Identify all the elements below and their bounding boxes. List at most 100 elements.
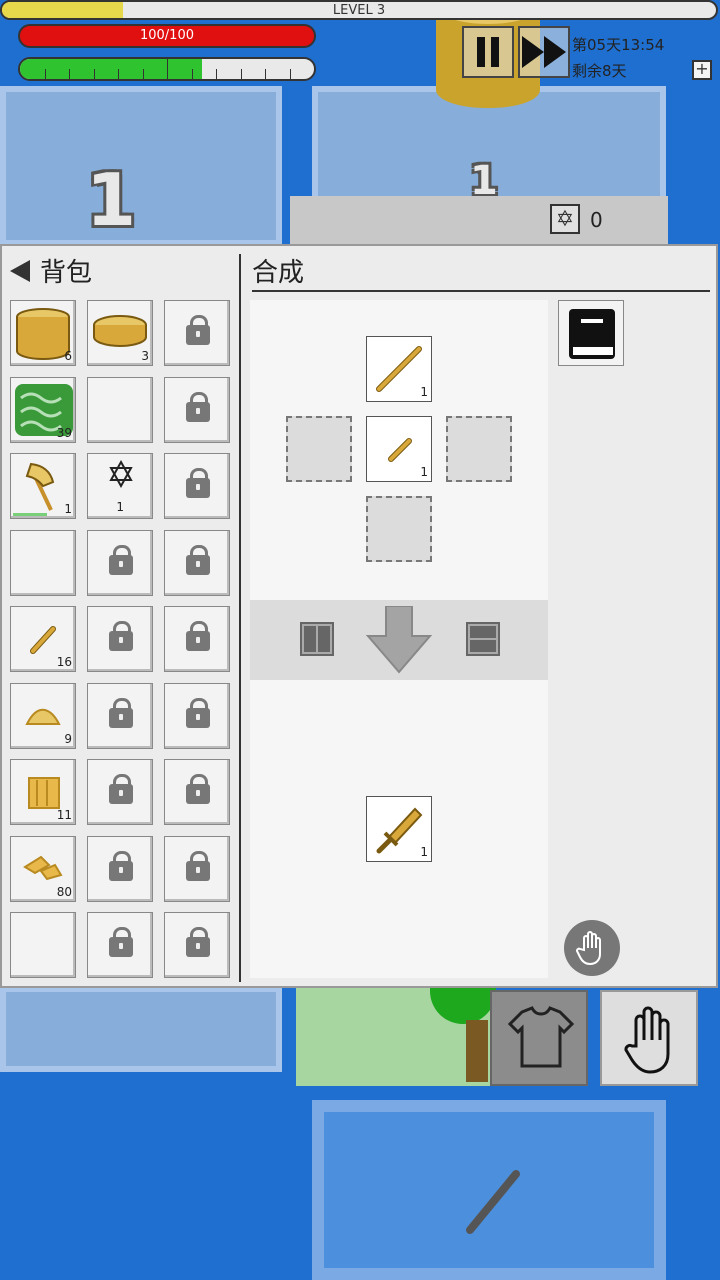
locked-slot[interactable] — [164, 606, 230, 672]
star-counter-panel: ✡ 0 — [290, 196, 668, 244]
lock-icon — [186, 621, 210, 651]
vertical-split-icon[interactable] — [300, 622, 334, 656]
fast-forward-icon — [522, 36, 566, 68]
shirt-icon — [507, 1006, 575, 1068]
item-count: 1 — [420, 385, 428, 399]
lock-icon — [109, 544, 133, 575]
tile-number: 1 — [86, 158, 137, 242]
crafting-title: 合成 — [252, 258, 305, 288]
stamina-tick — [240, 69, 242, 79]
stamina-tick — [69, 69, 70, 79]
lock-icon — [109, 927, 133, 957]
day-time-text: 第05天13:54 — [572, 36, 665, 54]
days-left-text: 剩余8天 — [572, 62, 627, 80]
hand-icon — [576, 931, 601, 966]
item-count: 11 — [56, 808, 72, 822]
craft-slot-center[interactable]: 1 — [366, 416, 432, 482]
inventory-slot[interactable]: 11 — [10, 759, 76, 825]
item-count: 1 — [116, 500, 124, 514]
inventory-slot[interactable]: 80 — [10, 835, 76, 902]
grab-button[interactable] — [564, 920, 620, 976]
health-label: 100/100 — [139, 28, 194, 43]
star-counter-value: 0 — [590, 208, 603, 232]
equipment-button[interactable] — [490, 990, 588, 1086]
stamina-bar-fill — [20, 59, 203, 79]
empty-slot[interactable] — [10, 529, 76, 596]
item-count: 1 — [420, 845, 428, 859]
locked-slot[interactable] — [164, 300, 230, 366]
locked-slot[interactable] — [87, 606, 153, 672]
locked-slot[interactable] — [164, 912, 230, 978]
drop-zone[interactable] — [312, 1100, 666, 1280]
interact-button[interactable] — [600, 990, 698, 1086]
world-tile — [0, 86, 282, 246]
item-count: 16 — [56, 655, 72, 669]
lock-icon — [109, 774, 133, 804]
locked-slot[interactable] — [164, 376, 230, 443]
hand-icon — [624, 1006, 670, 1074]
inventory-slot[interactable]: 1 — [10, 453, 76, 519]
locked-slot[interactable] — [164, 453, 230, 519]
craft-output-slot[interactable]: 1 — [366, 796, 432, 862]
craft-slot-top[interactable]: 1 — [366, 336, 432, 402]
inventory-grid[interactable]: 6 3 39 1 1 16 9 11 80 — [10, 300, 236, 980]
locked-slot[interactable] — [87, 682, 153, 749]
plus-button[interactable]: + — [692, 60, 712, 80]
recipe-book-button[interactable] — [558, 300, 624, 366]
locked-slot[interactable] — [164, 529, 230, 596]
stamina-tick — [216, 69, 217, 79]
lock-icon — [186, 544, 210, 575]
inventory-slot[interactable]: 6 — [10, 300, 76, 366]
fast-forward-button[interactable] — [518, 26, 570, 78]
inventory-header[interactable]: 背包 — [10, 252, 92, 289]
inventory-slot[interactable]: 16 — [10, 606, 76, 672]
locked-slot[interactable] — [87, 759, 153, 825]
item-count: 39 — [56, 425, 72, 440]
craft-slot-right[interactable] — [446, 416, 512, 482]
item-count: 9 — [64, 731, 72, 746]
lock-icon — [109, 621, 133, 651]
lock-icon — [186, 697, 210, 728]
locked-slot[interactable] — [164, 682, 230, 749]
pause-button[interactable] — [462, 26, 514, 78]
inventory-slot[interactable]: 9 — [10, 682, 76, 749]
down-arrow-icon — [366, 606, 432, 674]
back-arrow-icon[interactable] — [10, 259, 30, 282]
stamina-tick — [93, 69, 95, 79]
pause-icon — [477, 37, 499, 67]
inventory-slot[interactable]: 3 — [87, 300, 153, 366]
crafting-output-area: 1 — [250, 680, 548, 978]
inventory-slot[interactable]: 1 — [87, 453, 153, 519]
lock-icon — [186, 850, 210, 881]
panel-divider — [239, 254, 241, 982]
star-of-david-icon: ✡ — [550, 204, 580, 234]
world-tile — [0, 986, 282, 1072]
inventory-slot[interactable]: 39 — [10, 376, 76, 443]
locked-slot[interactable] — [164, 835, 230, 902]
locked-slot[interactable] — [87, 529, 153, 596]
stamina-tick — [118, 69, 119, 79]
locked-slot[interactable] — [164, 759, 230, 825]
craft-slot-left[interactable] — [286, 416, 352, 482]
empty-slot[interactable] — [87, 376, 153, 443]
craft-slot-bottom[interactable] — [366, 496, 432, 562]
empty-slot[interactable] — [10, 912, 76, 978]
health-bar: 100/100 — [18, 24, 316, 48]
level-label: LEVEL 3 — [332, 3, 386, 18]
inventory-crafting-panel: 背包 合成 6 3 39 1 1 16 9 11 80 1 1 1 — [0, 244, 718, 988]
stamina-tick — [142, 69, 144, 79]
stick-icon — [466, 1170, 520, 1234]
locked-slot[interactable] — [87, 835, 153, 902]
locked-slot[interactable] — [87, 912, 153, 978]
lock-icon — [186, 391, 210, 422]
horizontal-split-icon[interactable] — [466, 622, 500, 656]
grass-tile — [296, 988, 420, 1086]
lock-icon — [186, 315, 210, 345]
item-count: 3 — [141, 349, 149, 363]
inventory-title: 背包 — [40, 258, 93, 288]
item-count: 1 — [64, 502, 72, 516]
stamina-tick — [265, 69, 266, 79]
lock-icon — [186, 468, 210, 498]
item-count: 6 — [64, 349, 72, 363]
lock-icon — [109, 850, 133, 881]
